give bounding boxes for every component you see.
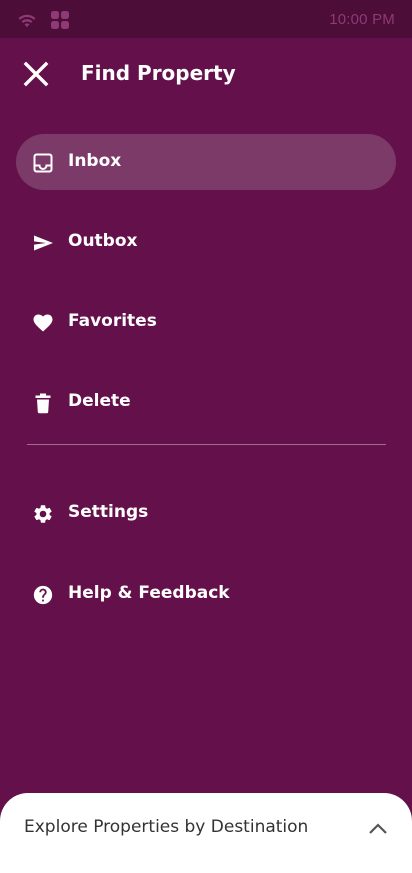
nav-item-inbox[interactable]: Inbox (16, 134, 396, 190)
nav-item-delete[interactable]: Delete (16, 374, 396, 430)
nav-item-label: Favorites (68, 311, 157, 331)
nav-item-help-feedback[interactable]: Help & Feedback (16, 566, 396, 622)
nav-item-settings[interactable]: Settings (16, 485, 396, 541)
gear-icon (34, 505, 52, 523)
nav-item-label: Settings (68, 502, 149, 522)
heart-icon (33, 314, 53, 332)
nav-item-label: Outbox (68, 231, 138, 251)
status-time: 10:00 PM (329, 11, 395, 28)
wifi-icon (18, 14, 36, 28)
help-icon (33, 585, 53, 605)
page-title: Find Property (81, 61, 236, 85)
nav-item-outbox[interactable]: Outbox (16, 214, 396, 270)
close-icon (23, 61, 49, 87)
divider (27, 444, 386, 445)
close-button[interactable] (20, 58, 52, 90)
nav-item-label: Inbox (68, 151, 122, 171)
chevron-up-icon[interactable] (366, 817, 390, 841)
nav-item-label: Delete (68, 391, 131, 411)
inbox-icon (33, 153, 53, 173)
explore-bottom-sheet[interactable]: Explore Properties by Destination (0, 793, 412, 873)
trash-icon (35, 393, 51, 414)
nav-item-favorites[interactable]: Favorites (16, 294, 396, 350)
apps-icon (51, 11, 69, 29)
send-icon (34, 235, 53, 251)
bottom-sheet-label: Explore Properties by Destination (24, 817, 309, 837)
status-bar: 10:00 PM (0, 0, 412, 38)
drawer-header: Find Property (0, 38, 412, 110)
nav-item-label: Help & Feedback (68, 583, 230, 603)
